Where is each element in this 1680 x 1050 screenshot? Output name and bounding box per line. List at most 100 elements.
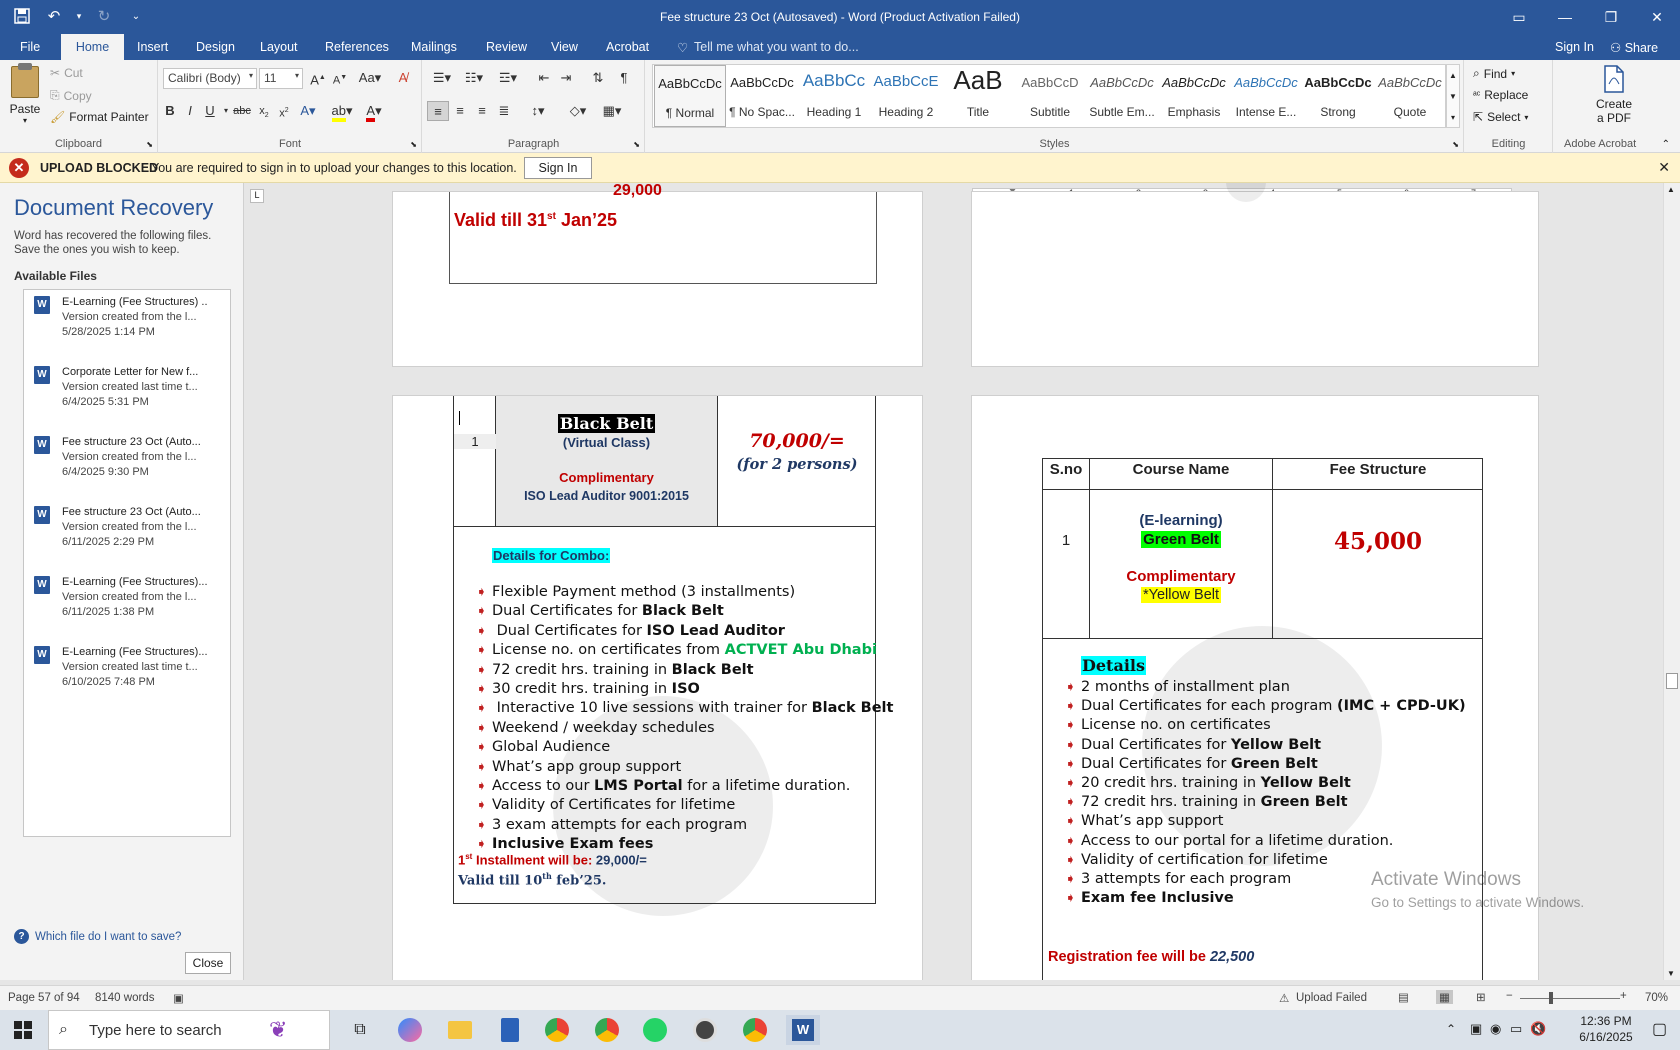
multilevel-list-icon[interactable]: ☲▾ [491,68,525,88]
align-left-icon[interactable]: ≡ [427,101,449,121]
collapse-ribbon-icon[interactable]: ⌃ [1662,139,1670,150]
word-count[interactable]: 8140 words [95,992,154,1004]
zoom-slider-thumb[interactable] [1549,992,1553,1004]
subscript-icon[interactable]: x2 [253,101,275,121]
tab-design[interactable]: Design [196,40,235,54]
find-button[interactable]: ⌕ Find ▾ [1473,66,1515,81]
styles-launcher-icon[interactable]: ⬊ [1452,140,1459,149]
scroll-down-icon[interactable]: ▼ [1667,969,1675,978]
sign-in-button[interactable]: Sign In [524,157,592,179]
shrink-font-icon[interactable]: A▼ [329,68,351,88]
font-color-icon[interactable]: A▾ [363,101,385,122]
notification-icon[interactable]: ▢ [1652,1019,1667,1039]
style-subtle-emphasis[interactable]: AaBbCcDc Subtle Em... [1086,65,1158,127]
recovery-close-button[interactable]: Close [185,952,231,974]
tray-app-icon[interactable]: ▣ [1470,1021,1482,1037]
superscript-icon[interactable]: x2 [273,101,295,121]
whatsapp-icon[interactable] [640,1015,670,1045]
chrome-icon[interactable] [592,1015,622,1045]
change-case-icon[interactable]: Aa▾ [355,68,385,88]
format-painter-button[interactable]: 🖌 Format Painter [50,110,149,124]
more-styles-icon[interactable]: ▾ [1447,107,1459,128]
style-subtitle[interactable]: AaBbCcD Subtitle [1014,65,1086,127]
paste-button[interactable]: Paste ▾ [8,63,42,126]
sort-icon[interactable]: ⇅ [587,68,609,88]
task-view-icon[interactable]: ⧉ [345,1015,375,1045]
tab-selector-icon[interactable]: L [250,189,264,203]
windows-start-icon[interactable] [8,1015,38,1045]
copy-button[interactable]: ⎘ Copy [50,88,92,103]
close-button[interactable]: ✕ [1634,0,1680,34]
recovery-file-item[interactable]: W Corporate Letter for New f... Version cr… [24,360,230,426]
highlight-icon[interactable]: ab▾ [331,101,353,122]
grow-font-icon[interactable]: A▲ [307,68,329,88]
tab-home[interactable]: Home [61,34,124,60]
close-icon[interactable]: ✕ [1658,159,1670,176]
vertical-scrollbar[interactable]: ▲ ▼ [1663,183,1680,980]
style-no-spacing[interactable]: AaBbCcDc ¶ No Spac... [726,65,798,127]
recovery-file-item[interactable]: W Fee structure 23 Oct (Auto... Version cr… [24,500,230,566]
style-normal[interactable]: AaBbCcDc ¶ Normal [654,65,726,127]
align-right-icon[interactable]: ≡ [471,101,493,121]
tab-acrobat[interactable]: Acrobat [606,40,649,54]
font-size-box[interactable]: 11 ▾ [259,68,303,89]
tell-me-search[interactable]: Tell me what you want to do... [694,40,859,54]
upload-status[interactable]: Upload Failed [1296,992,1367,1004]
style-heading-2[interactable]: AaBbCcE Heading 2 [870,65,942,127]
web-layout-icon[interactable]: ⊞ [1476,990,1486,1004]
recovery-file-item[interactable]: W Fee structure 23 Oct (Auto... Version cr… [24,430,230,496]
italic-icon[interactable]: I [179,101,201,121]
font-name-box[interactable]: Calibri (Body) ▾ [163,68,257,89]
borders-icon[interactable]: ▦▾ [597,101,627,121]
chrome-icon[interactable] [542,1015,572,1045]
copilot-icon[interactable] [395,1015,425,1045]
scroll-thumb[interactable] [1666,673,1678,689]
bold-icon[interactable]: B [159,101,181,121]
tab-insert[interactable]: Insert [137,40,168,54]
tray-app-icon[interactable]: ◉ [1490,1021,1501,1037]
recovery-file-item[interactable]: W E-Learning (Fee Structures)... Version c… [24,570,230,636]
tab-layout[interactable]: Layout [260,40,298,54]
recovery-help-link[interactable]: ? Which file do I want to save? [14,929,181,944]
zoom-slider[interactable] [1520,998,1620,999]
cut-button[interactable]: ✂ Cut [50,66,83,80]
clock-time[interactable]: 12:36 PM [1566,1014,1646,1028]
app-icon[interactable] [495,1015,525,1045]
minimize-button[interactable]: — [1542,0,1588,34]
chevron-up-icon[interactable]: ▲ [1447,65,1459,86]
zoom-in-icon[interactable]: + [1620,990,1627,1002]
decrease-indent-icon[interactable]: ⇤ [533,68,555,88]
tray-chevron-icon[interactable]: ⌃ [1446,1022,1456,1036]
tab-review[interactable]: Review [486,40,527,54]
recovery-file-item[interactable]: W E-Learning (Fee Structures) .. Version c… [24,290,230,356]
taskbar-search-box[interactable]: ⌕ Type here to search ❦ [48,1010,330,1050]
zoom-level[interactable]: 70% [1645,992,1668,1004]
word-taskbar-icon[interactable]: W [786,1015,820,1045]
recovery-file-item[interactable]: W E-Learning (Fee Structures)... Version c… [24,640,230,706]
shading-icon[interactable]: ◇▾ [563,101,593,121]
print-layout-icon[interactable]: ▦ [1436,990,1453,1004]
numbering-icon[interactable]: ☷▾ [459,68,489,88]
styles-scroll[interactable]: ▲ ▼ ▾ [1446,64,1460,128]
volume-icon[interactable]: 🔇 [1530,1021,1546,1037]
file-explorer-icon[interactable] [445,1015,475,1045]
clipboard-launcher-icon[interactable]: ⬊ [146,140,153,149]
style-strong[interactable]: AaBbCcDc Strong [1302,65,1374,127]
show-formatting-marks-icon[interactable]: ¶ [613,68,635,88]
font-launcher-icon[interactable]: ⬊ [410,140,417,149]
style-intense-emphasis[interactable]: AaBbCcDc Intense E... [1230,65,1302,127]
line-spacing-icon[interactable]: ↕▾ [523,101,553,121]
create-pdf-button[interactable]: Create a PDF [1584,64,1644,125]
clock-date[interactable]: 6/16/2025 [1566,1030,1646,1044]
chevron-down-icon[interactable]: ▼ [1447,86,1459,107]
sign-in-link[interactable]: Sign In [1555,40,1594,54]
network-icon[interactable]: ▭ [1510,1021,1522,1037]
clear-formatting-icon[interactable]: A̸ [392,68,414,88]
style-quote[interactable]: AaBbCcDc Quote [1374,65,1446,127]
page-count[interactable]: Page 57 of 94 [8,992,80,1004]
chrome-icon[interactable] [740,1015,770,1045]
tab-mailings[interactable]: Mailings [411,40,457,54]
read-mode-icon[interactable]: ▤ [1398,990,1409,1004]
paragraph-launcher-icon[interactable]: ⬊ [633,140,640,149]
zoom-out-icon[interactable]: − [1506,990,1513,1002]
